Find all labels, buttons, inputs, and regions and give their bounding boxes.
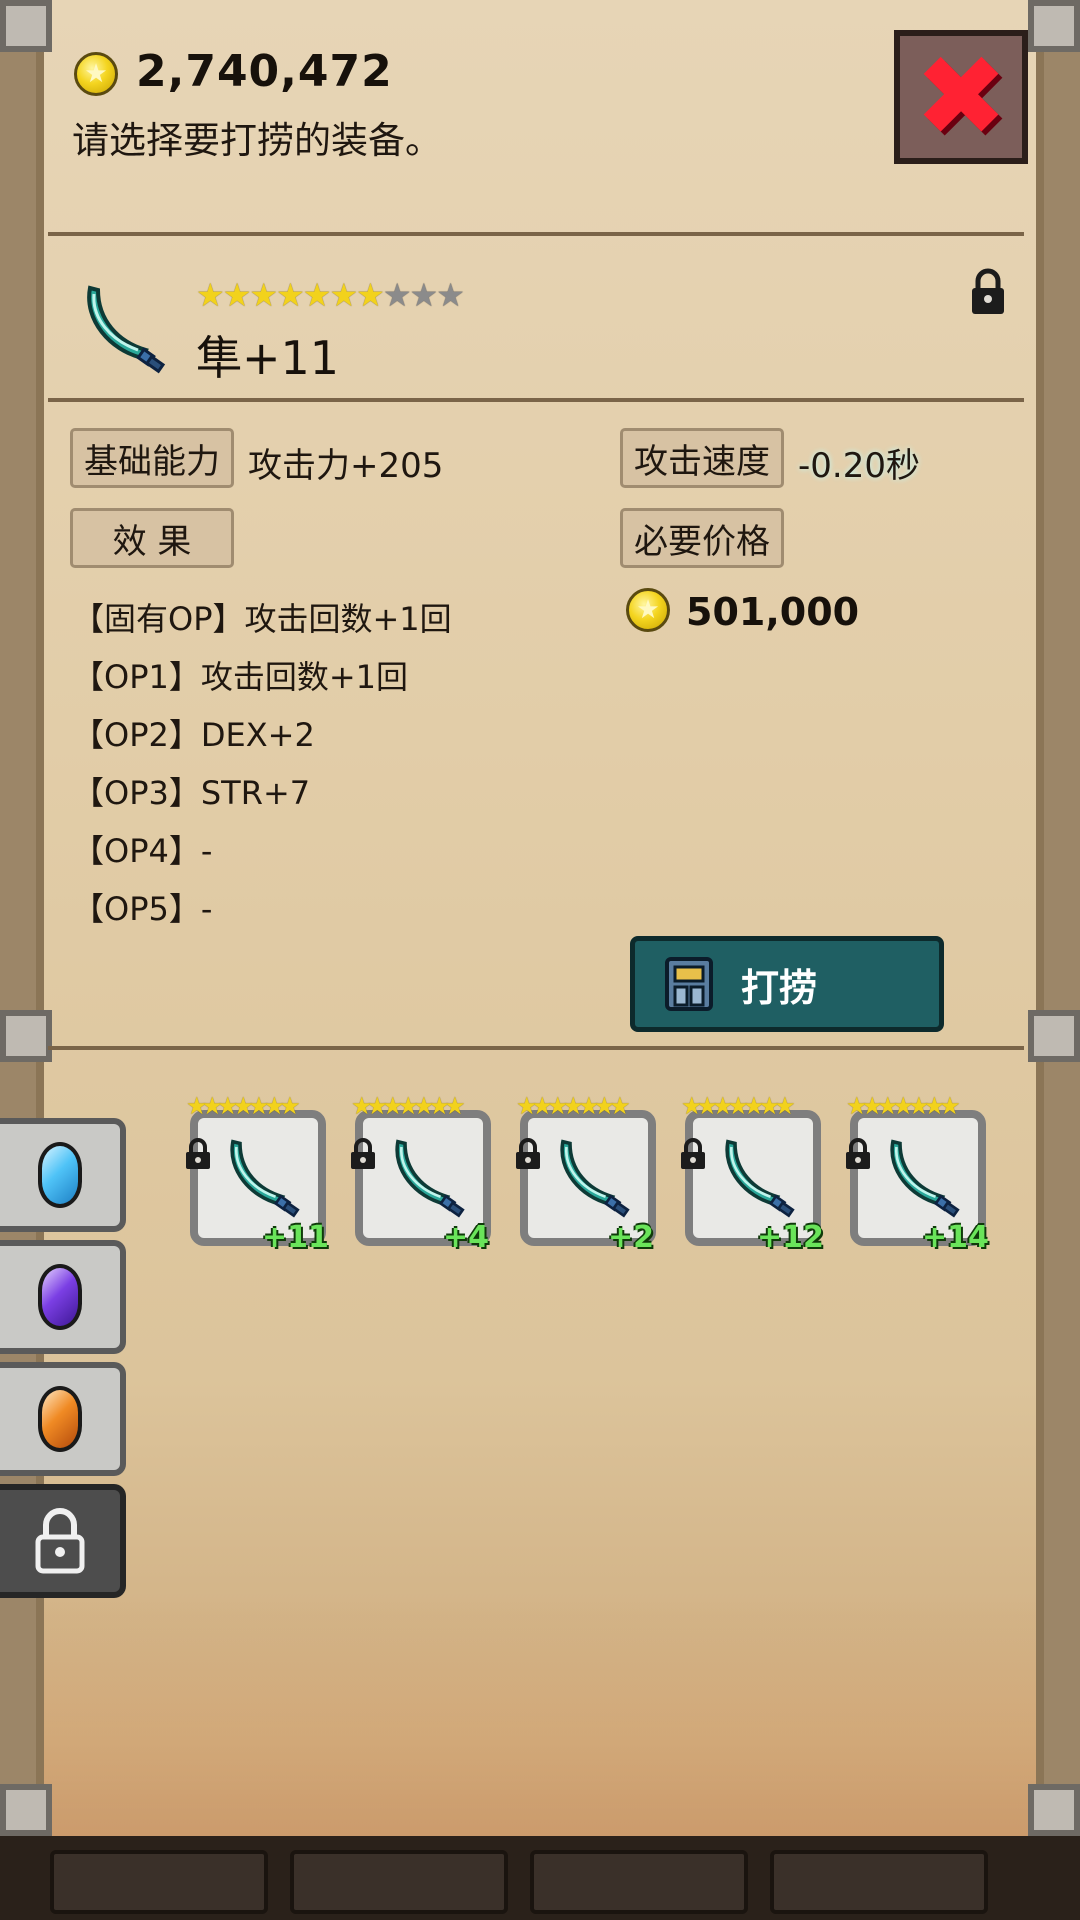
- side-tab-blue-gem[interactable]: [0, 1118, 126, 1232]
- option-line: 【固有OP】攻击回数+1回: [72, 600, 452, 638]
- slot-star-rating: ★★★★★★★: [186, 1092, 301, 1120]
- scimitar-icon: [884, 1134, 964, 1224]
- bottom-tab-4[interactable]: [770, 1850, 988, 1914]
- side-tab-purple-gem[interactable]: [0, 1240, 126, 1354]
- inventory-divider: [48, 1046, 1024, 1050]
- frame-corner-bottom-right: [1028, 1784, 1080, 1836]
- option-line: 【OP2】DEX+2: [72, 716, 315, 754]
- star-icon: ★: [382, 276, 412, 314]
- frame-corner-mid-left: [0, 1010, 52, 1062]
- star-icon: ★: [249, 276, 278, 314]
- star-icon: ★: [302, 276, 332, 314]
- option-line: 【OP4】-: [72, 832, 213, 870]
- star-icon: ★: [409, 276, 439, 314]
- attack-speed-label: 攻击速度: [620, 428, 784, 488]
- base-ability-value: 攻击力+205: [248, 446, 444, 486]
- slot-level-label: +4: [443, 1220, 490, 1255]
- base-ability-label: 基础能力: [70, 428, 234, 488]
- close-icon: ✖: [914, 32, 1008, 162]
- slot-level-label: +12: [757, 1220, 824, 1255]
- purple-gem-icon: [38, 1264, 82, 1330]
- slot-star-rating: ★★★★★★★: [351, 1092, 466, 1120]
- orange-gem-icon: [38, 1386, 82, 1452]
- required-price-value: 501,000: [686, 590, 860, 634]
- slot-level-label: +14: [922, 1220, 989, 1255]
- star-icon: ★: [276, 276, 305, 314]
- attack-speed-value: -0.20秒: [798, 446, 920, 486]
- option-line: 【OP5】-: [72, 890, 213, 928]
- salvage-button-label: 打捞: [741, 965, 818, 1010]
- slot-level-label: +11: [262, 1220, 329, 1255]
- option-line: 【OP1】攻击回数+1回: [72, 658, 409, 696]
- item-star-rating: ★★★★★★★★★★: [196, 276, 465, 314]
- salvage-button[interactable]: 打捞: [630, 936, 944, 1032]
- lock-icon: [184, 1138, 212, 1170]
- slot-level-label: +2: [608, 1220, 655, 1255]
- bottom-tab-1[interactable]: [50, 1850, 268, 1914]
- lock-icon: [35, 1508, 85, 1574]
- blue-gem-icon: [38, 1142, 82, 1208]
- frame-corner-bottom-left: [0, 1784, 52, 1836]
- scimitar-icon: [389, 1134, 469, 1224]
- lock-icon: [844, 1138, 872, 1170]
- star-icon: ★: [196, 276, 225, 314]
- slot-star-rating: ★★★★★★★: [681, 1092, 796, 1120]
- lock-icon: [349, 1138, 377, 1170]
- required-price-label: 必要价格: [620, 508, 784, 568]
- price-gold-icon: [626, 588, 670, 632]
- salvage-machine-icon: [665, 957, 713, 1011]
- scimitar-icon: [719, 1134, 799, 1224]
- frame-corner-mid-right: [1028, 1010, 1080, 1062]
- lock-icon[interactable]: [968, 268, 1008, 316]
- star-icon: ★: [329, 276, 358, 314]
- scimitar-icon: [554, 1134, 634, 1224]
- lock-icon: [679, 1138, 707, 1170]
- option-line: 【OP3】STR+7: [72, 774, 311, 812]
- side-tab-orange-gem[interactable]: [0, 1362, 126, 1476]
- slot-star-rating: ★★★★★★★: [846, 1092, 961, 1120]
- bottom-tab-2[interactable]: [290, 1850, 508, 1914]
- scimitar-icon: [224, 1134, 304, 1224]
- close-button[interactable]: ✖: [894, 30, 1028, 164]
- summary-divider: [48, 398, 1024, 402]
- lock-icon: [514, 1138, 542, 1170]
- frame-corner-top-right: [1028, 0, 1080, 52]
- select-prompt: 请选择要打捞的装备。: [72, 119, 442, 162]
- header-divider: [48, 232, 1024, 236]
- frame-corner-top-left: [0, 0, 52, 52]
- item-name: 隼+11: [196, 331, 340, 385]
- bottom-tab-3[interactable]: [530, 1850, 748, 1914]
- slot-star-rating: ★★★★★★★: [516, 1092, 631, 1120]
- effect-label: 效 果: [70, 508, 234, 568]
- parchment-burn-edge: [44, 1600, 1036, 1836]
- gold-amount: 2,740,472: [136, 46, 393, 97]
- star-icon: ★: [356, 276, 385, 314]
- scimitar-icon: [87, 285, 166, 374]
- star-icon: ★: [222, 276, 252, 314]
- side-tab-locked[interactable]: [0, 1484, 126, 1598]
- gold-coin-icon: [74, 52, 118, 96]
- star-icon: ★: [436, 276, 465, 314]
